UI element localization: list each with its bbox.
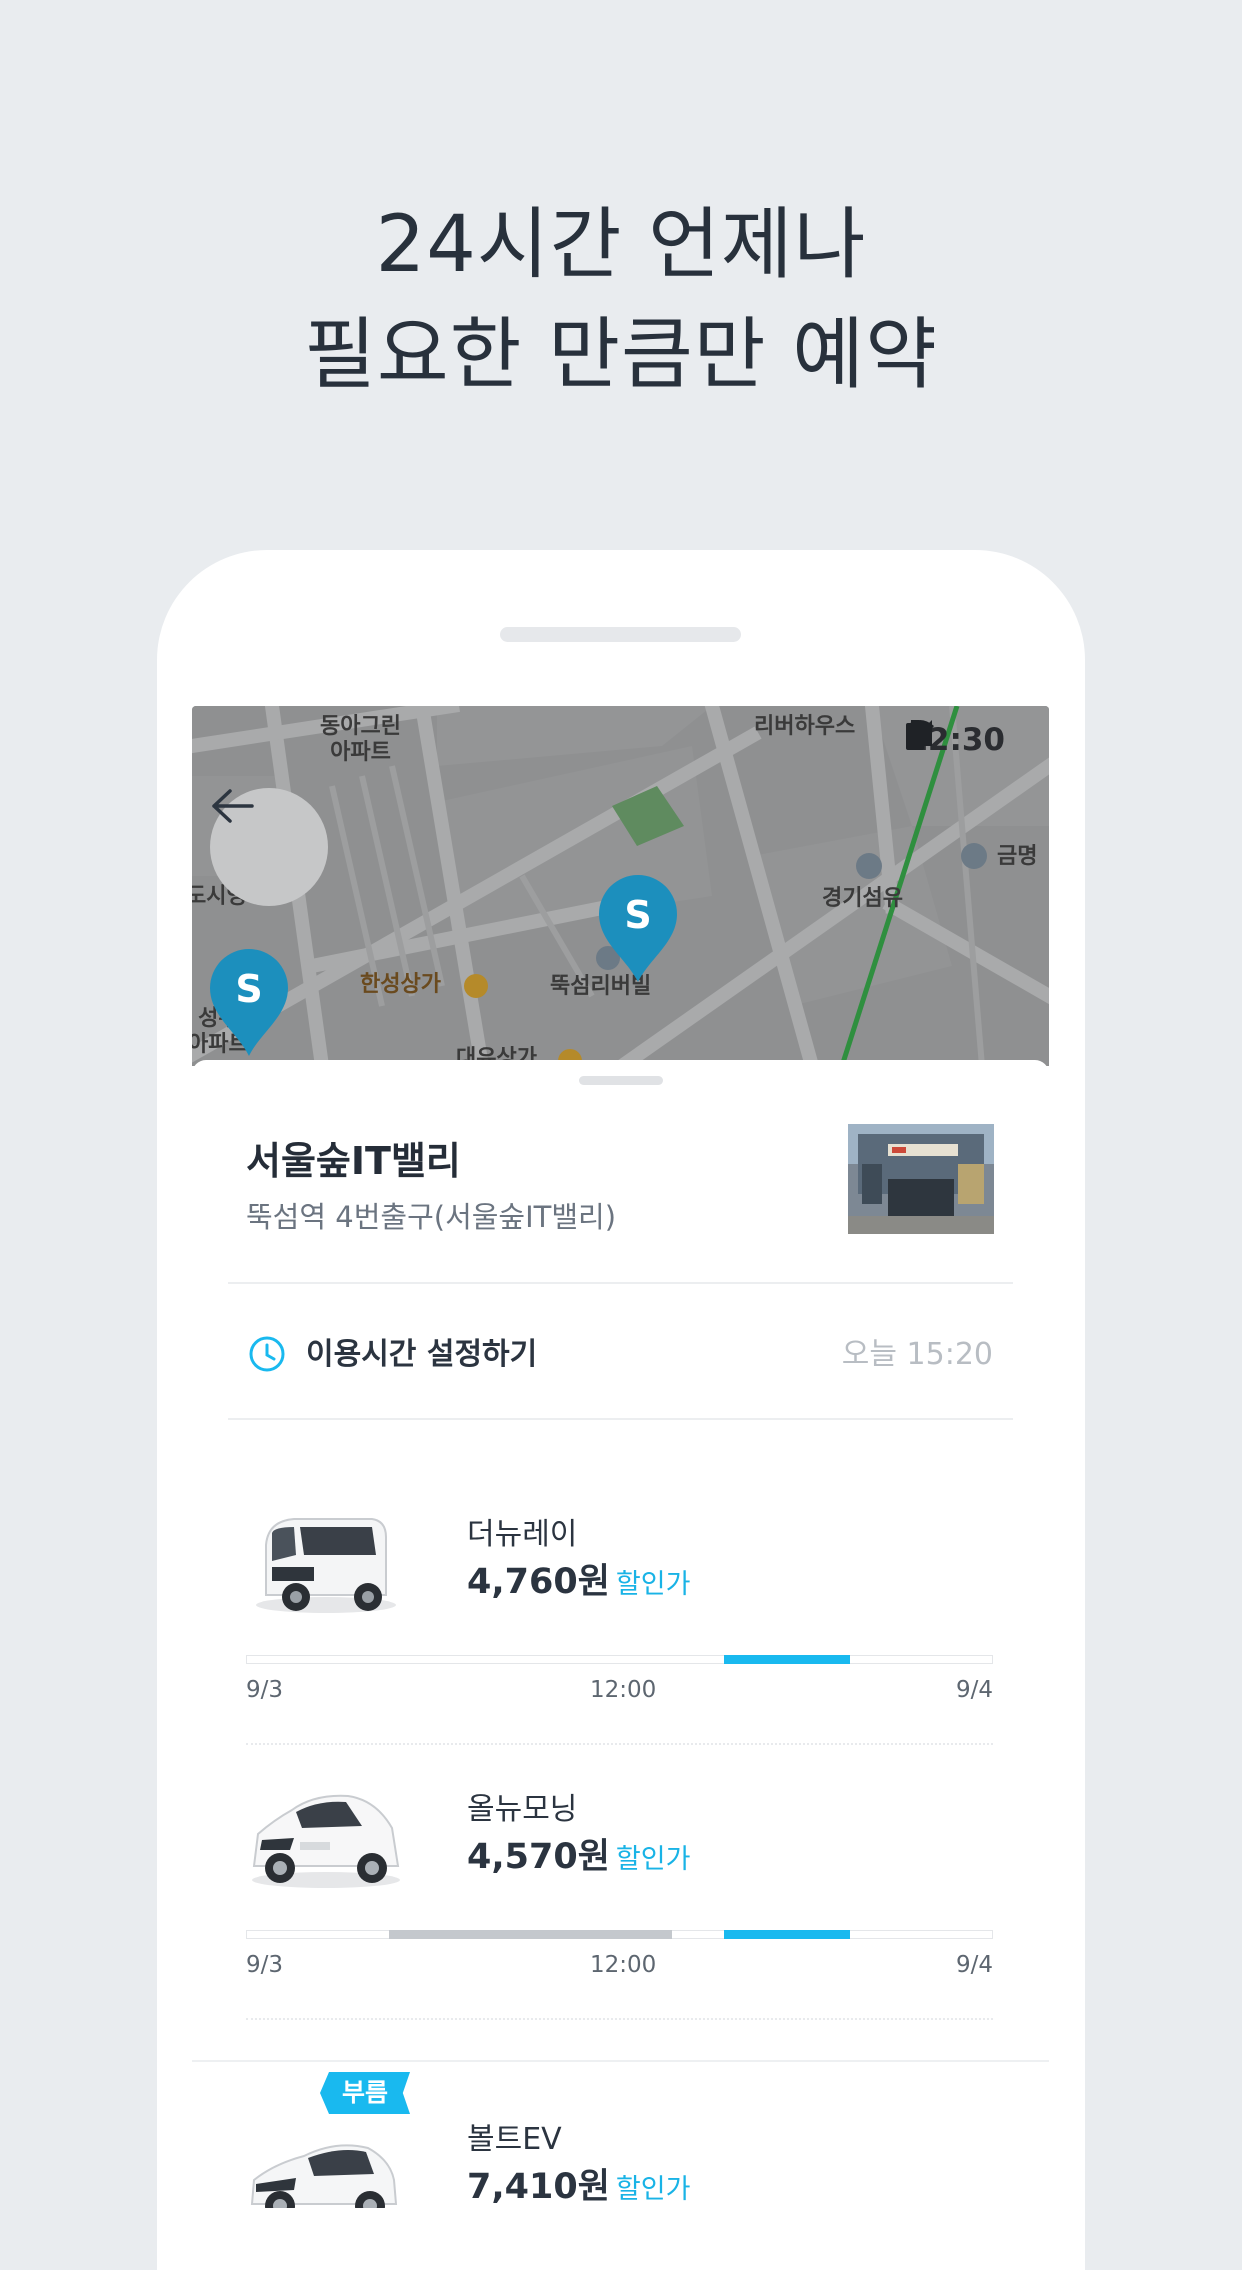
car-price-value: 4,570원 xyxy=(467,1837,610,1877)
map-label-gyeonggi: 경기섬유 xyxy=(822,886,903,911)
building-photo xyxy=(848,1124,994,1234)
timeline-mid-label: 12:00 xyxy=(590,1952,657,1978)
row-divider xyxy=(246,1743,993,1745)
selected-segment xyxy=(723,1655,851,1664)
map-label-hanseong: 한성상가 xyxy=(360,972,441,997)
car-name: 더뉴레이 xyxy=(467,1517,578,1552)
booked-segment xyxy=(388,1930,672,1939)
timeline-start-label: 9/3 xyxy=(246,1677,284,1703)
section-divider xyxy=(192,2060,1049,2062)
car-item-ray[interactable]: 더뉴레이 4,760원 할인가 9/3 12:00 9/4 xyxy=(192,1505,1049,1775)
phone-speaker xyxy=(500,627,741,642)
timeline-start-label: 9/3 xyxy=(246,1952,284,1978)
time-setting-value: 오늘 15:20 xyxy=(841,1337,993,1372)
pin-letter: S xyxy=(624,893,651,937)
sheet-handle[interactable] xyxy=(579,1076,663,1085)
selected-segment xyxy=(723,1930,851,1939)
divider xyxy=(228,1282,1013,1284)
car-price-value: 4,760원 xyxy=(467,1562,610,1602)
map-view[interactable]: 동아그린 아파트 리버하우스 금명 경기섬유 도시영 한성상가 뚝섬리버빌 성수… xyxy=(192,706,1049,1066)
availability-timeline[interactable] xyxy=(246,1930,993,1939)
map-label-dong-a-text: 동아그린 아파트 xyxy=(320,714,401,765)
car-item-morning[interactable]: 올뉴모닝 4,570원 할인가 9/3 12:00 9/4 xyxy=(192,1780,1049,2050)
back-button[interactable] xyxy=(210,788,328,906)
timeline-mid-label: 12:00 xyxy=(590,1677,657,1703)
map-label-dong-a: 동아그린 아파트 xyxy=(320,714,401,766)
clock-icon xyxy=(249,1336,285,1372)
place-photo[interactable] xyxy=(848,1124,994,1234)
car-discount-label: 할인가 xyxy=(615,1569,691,1600)
car-name: 볼트EV xyxy=(467,2122,562,2157)
car-image-morning xyxy=(252,1794,400,1888)
divider xyxy=(228,1418,1013,1420)
location-pin-icon: S xyxy=(599,875,677,982)
bottom-sheet[interactable]: 서울숲IT밸리 뚝섬역 4번출구(서울숲IT밸리) 이용시간 설정하기 오늘 1… xyxy=(192,1060,1049,2208)
headline-line-1: 24시간 언제나 xyxy=(375,200,867,290)
headline-line-2: 필요한 만큼만 예약 xyxy=(304,310,938,400)
car-discount-label: 할인가 xyxy=(615,2174,691,2205)
battery-icon xyxy=(906,720,925,750)
car-image-ray xyxy=(256,1518,396,1613)
availability-timeline[interactable] xyxy=(246,1655,993,1664)
car-image-bolt xyxy=(250,2144,398,2208)
car-price-value: 7,410원 xyxy=(467,2167,610,2207)
row-divider xyxy=(246,2018,993,2020)
map-label-geummyeong: 금명 xyxy=(997,844,1038,869)
time-setting-row[interactable]: 이용시간 설정하기 오늘 15:20 xyxy=(228,1285,1013,1420)
timeline-end-label: 9/4 xyxy=(955,1677,993,1703)
car-discount-label: 할인가 xyxy=(615,1844,691,1875)
app-screen: 동아그린 아파트 리버하우스 금명 경기섬유 도시영 한성상가 뚝섬리버빌 성수… xyxy=(192,706,1049,2208)
status-bar: 12:30 xyxy=(906,720,1005,760)
car-price: 4,760원 할인가 xyxy=(467,1553,690,1604)
car-name: 올뉴모닝 xyxy=(467,1792,578,1827)
time-setting-label: 이용시간 설정하기 xyxy=(306,1337,538,1372)
delivery-badge: 부름 xyxy=(320,2072,411,2114)
timeline-end-label: 9/4 xyxy=(955,1952,993,1978)
location-pin-icon: S xyxy=(210,949,288,1056)
map-label-river-house: 리버하우스 xyxy=(754,714,856,739)
car-item-bolt[interactable]: 부름 볼트EV 7,410원 할인가 xyxy=(192,2072,1049,2208)
car-price: 4,570원 할인가 xyxy=(467,1828,690,1879)
arrow-left-icon xyxy=(212,789,254,823)
pin-letter: S xyxy=(235,967,262,1011)
car-price: 7,410원 할인가 xyxy=(467,2158,690,2208)
headline: 24시간 언제나 필요한 만큼만 예약 xyxy=(0,190,1242,410)
place-name: 서울숲IT밸리 xyxy=(246,1139,461,1183)
place-address: 뚝섬역 4번출구(서울숲IT밸리) xyxy=(246,1200,617,1234)
